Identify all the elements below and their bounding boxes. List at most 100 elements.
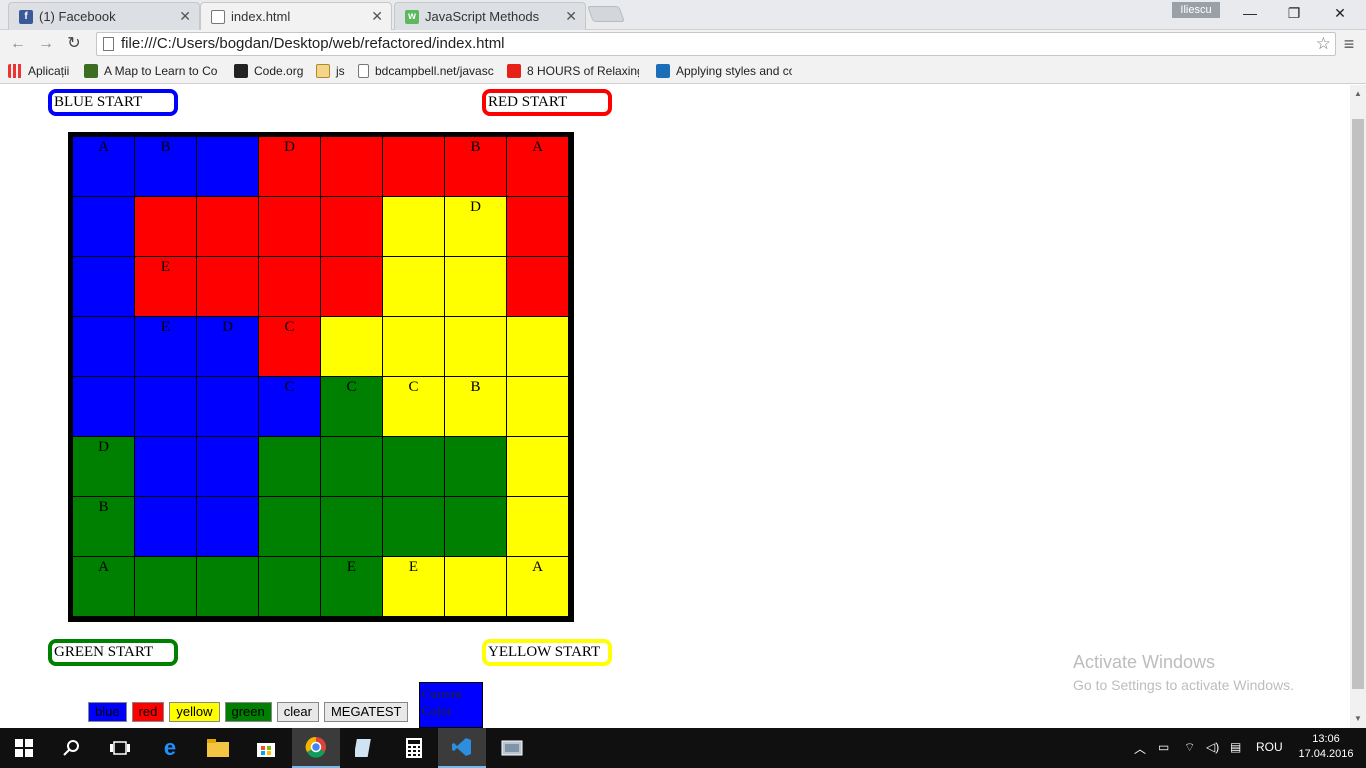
board-cell[interactable]: E	[321, 557, 383, 617]
board-cell[interactable]: C	[321, 377, 383, 437]
board-cell[interactable]	[73, 197, 135, 257]
board-cell[interactable]	[321, 437, 383, 497]
tab-index[interactable]: index.html ✕	[200, 2, 392, 30]
board-cell[interactable]	[507, 197, 569, 257]
chrome-icon[interactable]	[292, 728, 340, 768]
board-cell[interactable]: B	[445, 377, 507, 437]
close-icon[interactable]: ✕	[565, 8, 577, 25]
board-cell[interactable]	[383, 197, 445, 257]
board-cell[interactable]: A	[507, 137, 569, 197]
board-cell[interactable]	[445, 437, 507, 497]
bookmark-code-org[interactable]: Code.org	[234, 63, 308, 79]
close-icon[interactable]: ✕	[371, 8, 383, 25]
battery-icon[interactable]: ▭	[1158, 740, 1169, 754]
volume-icon[interactable]: ◁)	[1206, 740, 1219, 754]
board-cell[interactable]: A	[73, 137, 135, 197]
board-cell[interactable]	[135, 437, 197, 497]
search-icon[interactable]	[48, 728, 96, 768]
language-indicator[interactable]: ROU	[1256, 740, 1283, 754]
board-cell[interactable]	[197, 257, 259, 317]
board-cell[interactable]	[321, 137, 383, 197]
board-cell[interactable]: B	[445, 137, 507, 197]
yellow-color-button[interactable]: yellow	[169, 702, 220, 722]
board-cell[interactable]	[197, 557, 259, 617]
forward-icon[interactable]: →	[34, 33, 58, 55]
board-cell[interactable]	[507, 257, 569, 317]
board-cell[interactable]: C	[383, 377, 445, 437]
address-bar[interactable]: file:///C:/Users/bogdan/Desktop/web/refa…	[96, 32, 1336, 56]
board-cell[interactable]	[197, 197, 259, 257]
scrollbar-thumb[interactable]	[1352, 119, 1364, 689]
board-cell[interactable]	[445, 497, 507, 557]
board-cell[interactable]	[197, 377, 259, 437]
board-cell[interactable]	[383, 437, 445, 497]
file-explorer-icon[interactable]	[194, 728, 242, 768]
close-icon[interactable]: ✕	[179, 8, 191, 25]
clear-color-button[interactable]: clear	[276, 702, 319, 722]
board-cell[interactable]	[321, 197, 383, 257]
board-cell[interactable]	[321, 317, 383, 377]
profile-button[interactable]: Iliescu	[1172, 2, 1220, 18]
reload-icon[interactable]: ↻	[62, 33, 86, 55]
megatest-color-button[interactable]: MEGATEST	[323, 702, 409, 722]
board-cell[interactable]	[135, 197, 197, 257]
board-cell[interactable]: A	[73, 557, 135, 617]
board-cell[interactable]	[135, 557, 197, 617]
board-cell[interactable]	[507, 377, 569, 437]
board-cell[interactable]	[507, 497, 569, 557]
board-cell[interactable]	[383, 317, 445, 377]
blue-color-button[interactable]: blue	[88, 702, 127, 722]
scroll-down-icon[interactable]: ▼	[1350, 712, 1366, 726]
notifications-icon[interactable]: ▤	[1230, 740, 1241, 754]
bookmark-js-folder[interactable]: js	[316, 63, 350, 79]
board-cell[interactable]	[259, 557, 321, 617]
board-cell[interactable]: E	[135, 317, 197, 377]
minimize-icon[interactable]: —	[1228, 3, 1272, 23]
board-cell[interactable]	[445, 257, 507, 317]
board-cell[interactable]	[197, 497, 259, 557]
wifi-icon[interactable]: ⌔	[1184, 740, 1195, 755]
windows-start-icon[interactable]	[0, 728, 48, 768]
scroll-up-icon[interactable]: ▲	[1350, 87, 1366, 101]
bookmark-apps[interactable]: Aplicații	[8, 63, 74, 79]
board-cell[interactable]	[507, 437, 569, 497]
red-color-button[interactable]: red	[131, 702, 165, 722]
green-color-button[interactable]: green	[224, 702, 272, 722]
board-cell[interactable]	[135, 497, 197, 557]
board-cell[interactable]	[445, 557, 507, 617]
vscode-icon[interactable]	[438, 728, 486, 768]
board-cell[interactable]	[321, 497, 383, 557]
calculator-icon[interactable]	[390, 728, 438, 768]
tab-javascript-methods[interactable]: w JavaScript Methods ✕	[394, 2, 586, 30]
menu-icon[interactable]: ≡	[1340, 34, 1358, 54]
board-cell[interactable]: A	[507, 557, 569, 617]
board-cell[interactable]: E	[383, 557, 445, 617]
board-cell[interactable]	[259, 437, 321, 497]
board-cell[interactable]	[259, 197, 321, 257]
bookmark-map-to-learn[interactable]: A Map to Learn to Co	[84, 63, 220, 79]
board-cell[interactable]: D	[73, 437, 135, 497]
board-cell[interactable]	[73, 257, 135, 317]
board-cell[interactable]	[507, 317, 569, 377]
board-cell[interactable]	[445, 317, 507, 377]
board-cell[interactable]: B	[135, 137, 197, 197]
board-cell[interactable]	[259, 497, 321, 557]
board-cell[interactable]	[259, 257, 321, 317]
board-cell[interactable]: E	[135, 257, 197, 317]
board-cell[interactable]	[197, 437, 259, 497]
board-cell[interactable]	[383, 497, 445, 557]
board-cell[interactable]: C	[259, 377, 321, 437]
edge-icon[interactable]: e	[146, 728, 194, 768]
tab-facebook[interactable]: f (1) Facebook ✕	[8, 2, 200, 30]
show-hidden-icons-icon[interactable]: ︿	[1134, 740, 1146, 757]
board-cell[interactable]	[197, 137, 259, 197]
control-panel-icon[interactable]	[488, 728, 536, 768]
notepad-icon[interactable]	[340, 728, 388, 768]
store-icon[interactable]	[242, 728, 290, 768]
vertical-scrollbar[interactable]: ▲ ▼	[1350, 85, 1366, 728]
task-view-icon[interactable]	[96, 728, 144, 768]
bookmark-applying-styles[interactable]: Applying styles and co	[656, 63, 792, 79]
board-cell[interactable]: D	[197, 317, 259, 377]
board-cell[interactable]: D	[445, 197, 507, 257]
bookmark-relaxing[interactable]: 8 HOURS of Relaxing	[507, 63, 639, 79]
